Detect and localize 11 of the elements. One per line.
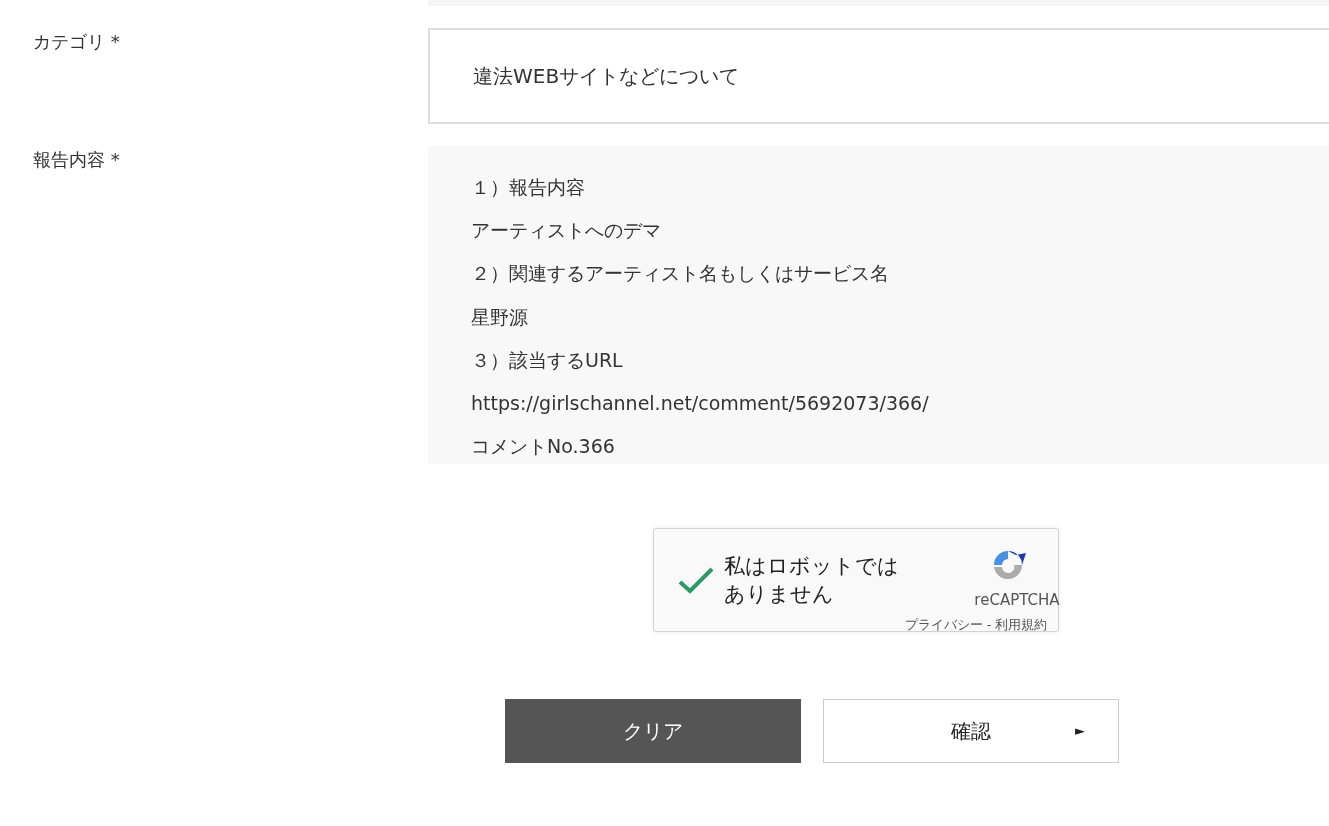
- field-label: 報告内容 *: [32, 148, 121, 172]
- captcha-brand: reCAPTCHA: [974, 590, 1060, 611]
- captcha-links[interactable]: プライバシー - 利用規約: [904, 615, 1048, 635]
- captcha-label: 私はロボットでは: [723, 553, 899, 580]
- captcha-label: ありません: [723, 581, 835, 608]
- field-label: カテゴリ *: [32, 30, 121, 54]
- confirm-button[interactable]: 確認 ►: [823, 699, 1119, 763]
- category-field[interactable]: 違法WEBサイトなどについて: [428, 28, 1329, 124]
- clear-button[interactable]: クリア: [505, 699, 801, 763]
- arrow-icon: ►: [1075, 721, 1085, 741]
- report-field[interactable]: １）報告内容 アーティストへのデマ ２）関連するアーティスト名もしくはサービス名 星野源 ３）該当するURL https://girlschannel.net/comment/5692073/366/ コメントNo.366: [428, 146, 1329, 464]
